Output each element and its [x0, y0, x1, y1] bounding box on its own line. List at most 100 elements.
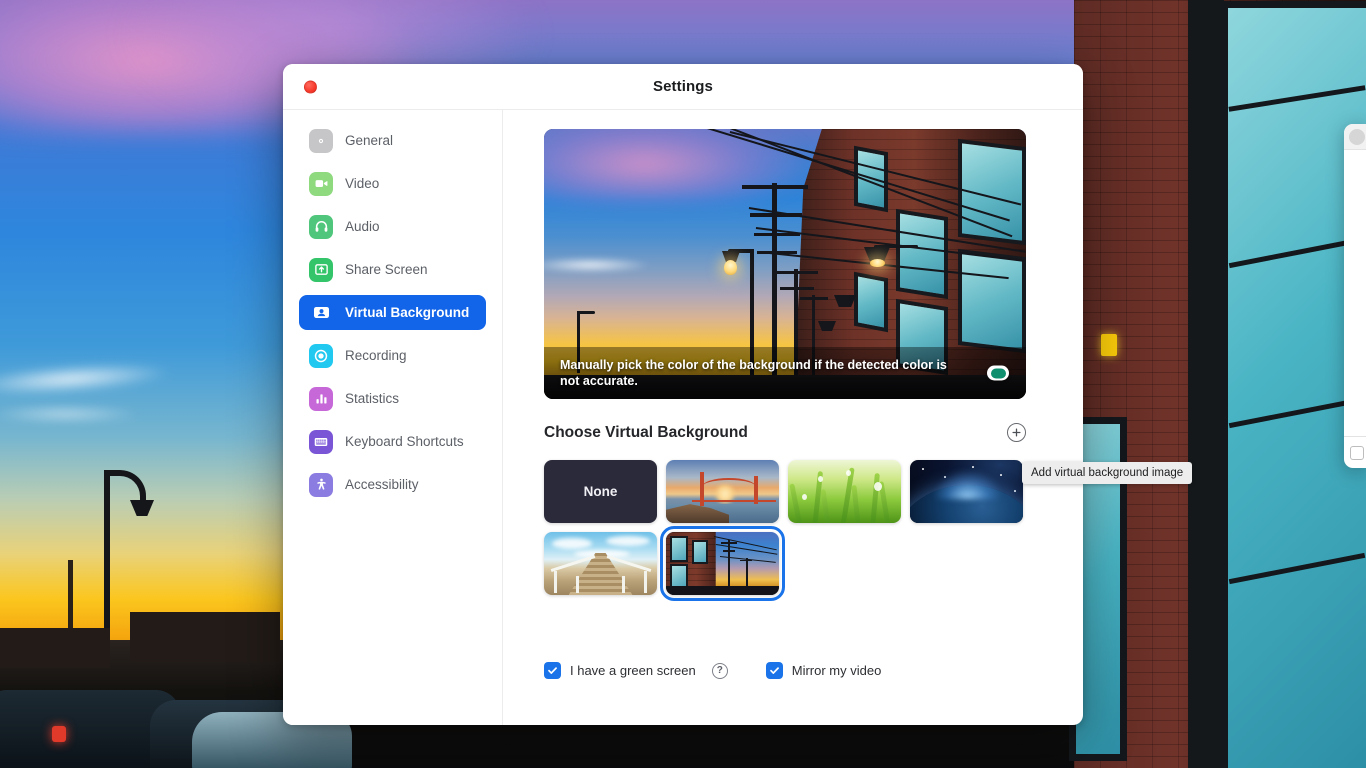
accessibility-icon	[309, 472, 333, 497]
settings-window: Settings General Video Audio Share Scree…	[283, 64, 1083, 725]
pier-post	[554, 571, 557, 593]
background-thumb-none[interactable]: None	[544, 460, 657, 523]
sidebar-item-label: Accessibility	[345, 477, 419, 492]
utility-pole	[728, 540, 730, 588]
bar-chart-icon	[309, 386, 333, 411]
partial-panel-checkbox[interactable]	[1350, 445, 1364, 460]
sidebar-item-accessibility[interactable]: Accessibility	[299, 467, 486, 502]
atmosphere-glow	[934, 471, 1001, 500]
window	[694, 542, 706, 562]
green-screen-option[interactable]: I have a green screen ?	[544, 662, 728, 679]
sidebar-item-statistics[interactable]: Statistics	[299, 381, 486, 416]
sidebar-item-video[interactable]: Video	[299, 166, 486, 201]
desktop-brake-light	[52, 726, 66, 742]
background-color-swatch[interactable]	[987, 365, 1009, 381]
background-thumbnail-grid: None	[544, 460, 1034, 601]
preview-crossarm	[757, 251, 797, 254]
bridge-deck	[692, 500, 776, 502]
sidebar-item-virtual-background[interactable]: Virtual Background	[299, 295, 486, 330]
sidebar: General Video Audio Share Screen Virtual…	[283, 110, 503, 725]
green-screen-checkbox[interactable]	[544, 662, 561, 679]
desktop-building-pillar	[1188, 0, 1224, 768]
pier-post	[644, 571, 647, 593]
preview-crossarm	[750, 213, 802, 217]
sidebar-item-audio[interactable]: Audio	[299, 209, 486, 244]
bridge-cable	[702, 478, 756, 496]
window	[672, 538, 686, 560]
partial-panel-footer	[1344, 436, 1366, 468]
preview-crossarm	[776, 271, 818, 274]
sidebar-item-label: Keyboard Shortcuts	[345, 434, 464, 449]
pier-post	[576, 576, 579, 593]
crossarm	[723, 550, 735, 552]
add-background-button[interactable]	[1007, 423, 1026, 442]
keyboard-icon	[309, 429, 333, 454]
grass-blade	[870, 472, 880, 523]
background-thumb-earth-from-space[interactable]	[910, 460, 1023, 523]
preview-window	[858, 276, 884, 328]
mirror-video-label: Mirror my video	[791, 663, 882, 678]
sidebar-item-label: Recording	[345, 348, 407, 363]
sidebar-item-label: Share Screen	[345, 262, 428, 277]
headphones-icon	[309, 214, 333, 239]
partial-panel-avatar-icon	[1349, 128, 1365, 145]
desktop-cloud-streak	[0, 406, 140, 422]
close-icon[interactable]	[304, 80, 317, 93]
crossarm	[740, 560, 752, 562]
preview-crossarm	[780, 287, 814, 290]
page-title: Settings	[653, 78, 713, 95]
star	[922, 468, 924, 470]
preview-crossarm	[742, 185, 808, 189]
mirror-video-option[interactable]: Mirror my video	[765, 662, 882, 679]
desktop-sign	[1101, 334, 1117, 356]
dew-drop	[802, 494, 807, 500]
preview-crossarm	[800, 297, 828, 300]
background-thumb-wooden-pier[interactable]	[544, 532, 657, 595]
background-partial-panel[interactable]	[1344, 124, 1366, 468]
video-camera-icon	[309, 171, 333, 196]
preview-lamp-bulb	[724, 260, 737, 275]
desktop-building	[130, 612, 280, 662]
mirror-video-checkbox[interactable]	[765, 662, 783, 679]
dew-drop	[874, 482, 882, 491]
utility-pole	[746, 558, 748, 588]
star	[972, 466, 974, 468]
sidebar-item-label: Video	[345, 176, 380, 191]
background-thumb-city-street-sunset[interactable]	[660, 526, 785, 601]
preview-window	[900, 213, 944, 295]
sidebar-item-label: Virtual Background	[345, 305, 470, 320]
sidebar-item-label: Audio	[345, 219, 380, 234]
window-titlebar: Settings	[283, 64, 1083, 110]
desktop-building	[0, 628, 110, 668]
help-icon[interactable]: ?	[711, 662, 728, 679]
background-thumb-grass-dew[interactable]	[788, 460, 901, 523]
cloud	[606, 536, 650, 546]
sidebar-item-label: General	[345, 133, 394, 148]
background-thumb-label: None	[583, 484, 618, 499]
sidebar-item-recording[interactable]: Recording	[299, 338, 486, 373]
sidebar-item-general[interactable]: General	[299, 123, 486, 158]
video-preview[interactable]: Manually pick the color of the backgroun…	[544, 129, 1026, 399]
background-thumb-golden-gate-bridge[interactable]	[666, 460, 779, 523]
partial-panel-header	[1344, 124, 1366, 150]
sidebar-item-share-screen[interactable]: Share Screen	[299, 252, 486, 287]
background-options: I have a green screen ? Mirror my video	[544, 662, 881, 679]
grass-blade	[820, 489, 831, 523]
sidebar-item-label: Statistics	[345, 391, 400, 406]
window-body: General Video Audio Share Screen Virtual…	[283, 110, 1083, 725]
grass-blade	[789, 483, 803, 523]
crossarm	[721, 542, 737, 544]
preview-lamp-bulb	[870, 259, 885, 267]
preview-far-lamp-arm	[577, 311, 595, 314]
pier-post	[622, 576, 625, 593]
street-ground	[666, 586, 779, 595]
section-title: Choose Virtual Background	[544, 423, 748, 441]
person-badge-icon	[309, 301, 333, 325]
share-screen-icon	[309, 257, 333, 282]
cloud	[552, 538, 592, 549]
star	[1014, 490, 1016, 492]
add-background-tooltip: Add virtual background image	[1022, 462, 1193, 484]
virtual-background-panel: Manually pick the color of the backgroun…	[503, 110, 1083, 725]
green-screen-label: I have a green screen	[570, 663, 696, 678]
sidebar-item-keyboard-shortcuts[interactable]: Keyboard Shortcuts	[299, 424, 486, 459]
